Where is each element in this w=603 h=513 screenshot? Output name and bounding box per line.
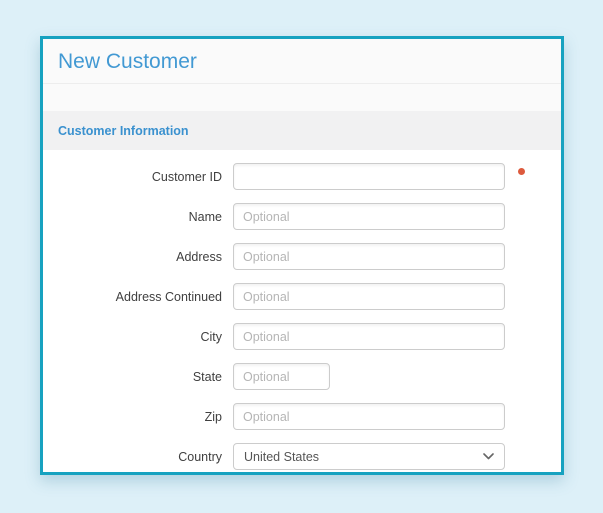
form-row: State <box>43 363 561 390</box>
address-input[interactable] <box>233 243 505 270</box>
required-dot <box>518 168 525 175</box>
page-background: { "window": { "title": "New Customer", "… <box>0 0 603 513</box>
select-value: United States <box>244 449 320 464</box>
form-row: Zip <box>43 403 561 430</box>
title-spacer <box>43 84 561 111</box>
section-title: Customer Information <box>58 123 189 138</box>
form-row: Country United States <box>43 443 561 470</box>
page-title: New Customer <box>58 50 197 73</box>
field-label: City <box>200 329 222 344</box>
form-row: Name <box>43 203 561 230</box>
name-input[interactable] <box>233 203 505 230</box>
new-customer-dialog: New Customer Customer Information Custom… <box>40 36 564 475</box>
dialog-title-bar: New Customer <box>43 39 561 84</box>
chevron-down-icon <box>483 453 494 460</box>
state-input[interactable] <box>233 363 330 390</box>
customer-id-input[interactable] <box>233 163 505 190</box>
zip-input[interactable] <box>233 403 505 430</box>
field-label: Address <box>176 249 222 264</box>
country-select[interactable]: United States <box>233 443 505 470</box>
address-continued-input[interactable] <box>233 283 505 310</box>
field-label: State <box>192 369 222 384</box>
form-fields: Customer ID Name Address Address Continu… <box>43 150 561 470</box>
form-row: City <box>43 323 561 350</box>
field-label: Zip <box>204 409 222 424</box>
city-input[interactable] <box>233 323 505 350</box>
field-label: Name <box>188 209 222 224</box>
field-label: Country <box>178 449 222 464</box>
section-header: Customer Information <box>43 111 561 150</box>
form-row: Address <box>43 243 561 270</box>
field-label: Address Continued <box>115 289 222 304</box>
form-row: Customer ID <box>43 163 561 190</box>
field-label: Customer ID <box>151 169 222 184</box>
form-row: Address Continued <box>43 283 561 310</box>
